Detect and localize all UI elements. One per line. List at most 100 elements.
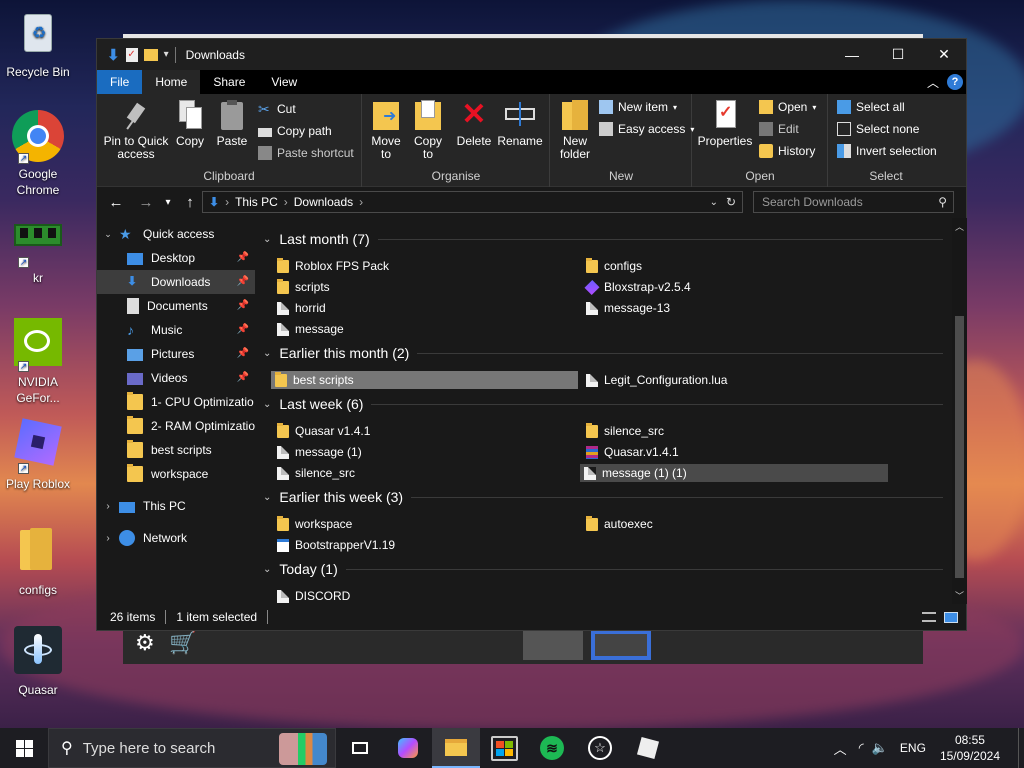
address-dropdown-icon[interactable]: ⌄ [710,197,718,208]
task-view-button[interactable] [336,728,384,768]
nav-item-this-pc[interactable]: › This PC [97,494,255,518]
file-item[interactable]: autoexec [582,515,653,533]
nav-item-quick-access[interactable]: ⌄ ★ Quick access [97,222,255,246]
title-bar[interactable]: ⬇ ✓ ▾ Downloads — ☐ ✕ [97,39,966,70]
nav-item-cpu-optimization[interactable]: 1- CPU Optimizatio [97,390,255,414]
desktop-icon-recycle-bin[interactable]: ♻ Recycle Bin [4,8,72,80]
scroll-thumb[interactable] [955,316,964,578]
file-item[interactable]: message (1) [273,443,362,461]
file-explorer-window[interactable]: ⬇ ✓ ▾ Downloads — ☐ ✕ File Home Share Vi… [96,38,967,631]
desktop-icon-quasar[interactable]: Quasar [4,626,72,698]
desktop-icon-kr[interactable]: ↗ kr [4,214,72,286]
nav-item-videos[interactable]: Videos 📌 [97,366,255,390]
details-view-icon[interactable] [922,612,936,622]
scroll-up-icon[interactable]: ︿ [955,220,964,233]
show-hidden-icons-chevron-icon[interactable]: ︿ [834,739,847,758]
start-button[interactable] [0,728,48,768]
cut-button[interactable]: ✂ Cut [258,102,296,116]
maximize-button[interactable]: ☐ [875,39,921,70]
copy-to-button[interactable]: Copy to [409,98,447,161]
file-item[interactable]: message-13 [582,299,670,317]
easy-access-button[interactable]: Easy access ▾ [599,122,694,136]
copy-button[interactable]: Copy [171,98,209,148]
clock[interactable]: 08:55 15/09/2024 [940,732,1000,764]
file-item[interactable]: BootstrapperV1.19 [273,536,395,554]
file-list[interactable]: ⌄ Last month (7) Roblox FPS Pack configs … [255,218,951,604]
select-none-button[interactable]: Select none [837,122,919,136]
file-item[interactable]: silence_src [273,464,355,482]
file-item[interactable]: Quasar v1.4.1 [273,422,370,440]
file-explorer-taskbar-button[interactable] [432,728,480,768]
group-header-last-week[interactable]: ⌄ Last week (6) [263,396,943,412]
file-item[interactable]: Bloxstrap-v2.5.4 [582,278,691,296]
cart-icon[interactable]: 🛒 [169,630,196,656]
file-item-hover[interactable]: message (1) (1) [580,464,888,482]
gear-icon[interactable]: ⚙ [135,630,155,656]
tab-home[interactable]: Home [142,70,201,94]
file-item[interactable]: Roblox FPS Pack [273,257,389,275]
file-item[interactable]: Quasar.v1.4.1 [582,443,679,461]
select-all-button[interactable]: Select all [837,100,905,114]
spotify-button[interactable]: ≋ [528,728,576,768]
recent-chevron-icon[interactable]: ▾ [157,197,179,208]
large-icons-view-icon[interactable] [944,611,958,623]
ribbon-collapse-icon[interactable]: ︿ [927,74,939,91]
rename-button[interactable]: Rename [497,98,543,148]
nav-item-network[interactable]: › Network [97,526,255,550]
nav-item-documents[interactable]: Documents 📌 [97,294,255,318]
address-bar[interactable]: ⬇ › This PC › Downloads › ⌄ ↻ [202,191,743,213]
desktop-icon-google-chrome[interactable]: ↗ Google Chrome [4,110,72,198]
desktop-icon-nvidia[interactable]: ↗ NVIDIA GeFor... [4,318,72,406]
roblox-taskbar-button[interactable] [624,728,672,768]
desktop-icon-play-roblox[interactable]: ↗ Play Roblox [4,418,72,492]
speaker-icon[interactable]: 🔈 [872,740,888,756]
group-header-earlier-this-week[interactable]: ⌄ Earlier this week (3) [263,489,943,505]
search-input[interactable]: Search Downloads ⚲ [753,191,954,213]
star-app-button[interactable]: ☆ [576,728,624,768]
new-folder-button[interactable]: New folder [555,98,595,161]
properties-check-icon[interactable]: ✓ [125,47,138,62]
properties-button[interactable]: ✓ Properties [695,98,755,148]
help-icon[interactable]: ? [947,74,963,90]
group-header-earlier-this-month[interactable]: ⌄ Earlier this month (2) [263,345,943,361]
delete-button[interactable]: ✕ Delete [455,98,493,148]
tab-file[interactable]: File [97,70,143,94]
file-item[interactable]: DISCORD [273,587,350,604]
tab-view[interactable]: View [258,70,310,94]
vertical-scrollbar[interactable]: ︿ ﹀ [952,218,967,604]
show-desktop-button[interactable] [1018,728,1024,768]
nav-item-downloads[interactable]: ⬇ Downloads 📌 [97,270,255,294]
refresh-icon[interactable]: ↻ [726,195,736,209]
paste-shortcut-button[interactable]: Paste shortcut [258,146,354,160]
invert-selection-button[interactable]: Invert selection [837,144,937,158]
minimize-button[interactable]: — [829,39,875,70]
breadcrumb-this-pc[interactable]: This PC [235,195,278,209]
pin-quick-access-button[interactable]: Pin to Quick access [103,98,169,161]
back-arrow-icon[interactable]: ← [105,194,127,211]
group-header-last-month[interactable]: ⌄ Last month (7) [263,231,943,247]
nav-item-music[interactable]: ♪ Music 📌 [97,318,255,342]
up-arrow-icon[interactable]: ↑ [179,194,201,211]
nav-item-ram-optimization[interactable]: 2- RAM Optimizatio [97,414,255,438]
desktop-icon-configs[interactable]: configs [4,526,72,598]
nav-item-desktop[interactable]: Desktop 📌 [97,246,255,270]
file-item[interactable]: Legit_Configuration.lua [582,371,727,389]
group-header-today[interactable]: ⌄ Today (1) [263,561,943,577]
wifi-icon[interactable]: ◜ [859,740,864,756]
nav-item-workspace[interactable]: workspace [97,462,255,486]
customize-chevron-icon[interactable]: ▾ [164,49,169,60]
forward-arrow-icon[interactable]: → [135,194,157,211]
scroll-down-icon[interactable]: ﹀ [955,589,964,602]
nav-item-pictures[interactable]: Pictures 📌 [97,342,255,366]
microsoft-store-button[interactable] [480,728,528,768]
file-item[interactable]: horrid [273,299,326,317]
paste-button[interactable]: Paste [213,98,251,148]
file-item[interactable]: scripts [273,278,330,296]
file-item[interactable]: configs [582,257,642,275]
close-button[interactable]: ✕ [921,39,967,70]
taskbar-search-box[interactable]: ⚲ Type here to search [48,728,336,768]
move-to-button[interactable]: ➜ Move to [367,98,405,161]
new-item-button[interactable]: New item ▾ [599,100,677,114]
copilot-button[interactable] [384,728,432,768]
file-item-selected[interactable]: best scripts [271,371,578,389]
